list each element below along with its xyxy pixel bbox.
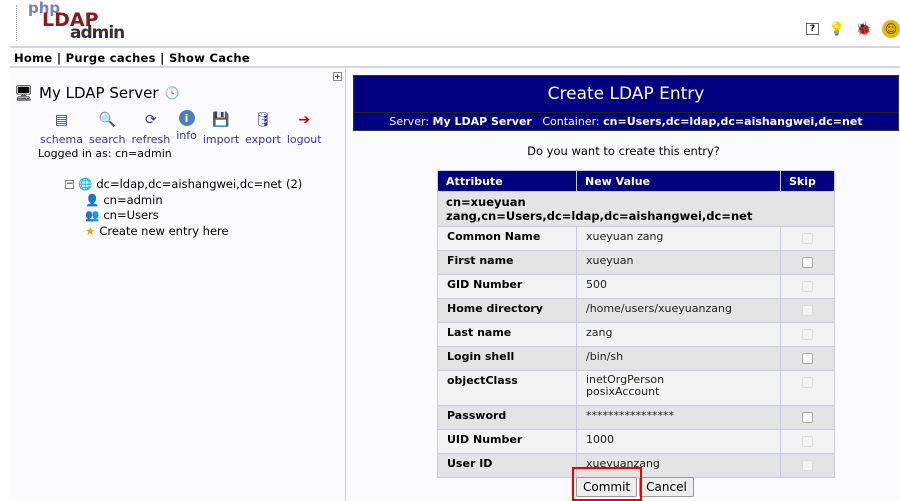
title-bar: Create LDAP Entry Server: My LDAP Server… — [353, 75, 899, 131]
attribute-name: Password — [437, 405, 577, 430]
attribute-name: User ID — [437, 453, 577, 478]
table-row: User ID xueyuanzang — [437, 453, 835, 478]
export-button[interactable]: 🛢 export — [245, 110, 281, 146]
smiley-icon[interactable]: ☺ — [882, 20, 900, 38]
subtitle: Server: My LDAP Server Container: cn=Use… — [389, 115, 863, 128]
group-icon: 👥 — [85, 208, 100, 222]
confirm-question: Do you want to create this entry? — [527, 144, 720, 158]
nav-purge-caches[interactable]: Purge caches — [66, 51, 156, 65]
attribute-value: 1000 — [576, 429, 781, 454]
skip-checkbox[interactable] — [802, 412, 813, 423]
bug-icon[interactable]: 🐞 — [855, 20, 873, 38]
table-row: First name xueyuan — [437, 250, 835, 275]
search-icon: 🔍 — [98, 112, 116, 128]
schema-button[interactable]: ▤ schema — [40, 110, 83, 146]
info-button[interactable]: i info — [176, 110, 197, 146]
skip-checkbox — [802, 460, 813, 471]
phpldapadmin-logo[interactable]: php LDAP admin — [14, 0, 125, 43]
attribute-value: /bin/sh — [576, 346, 781, 371]
refresh-icon: ⟳ — [144, 112, 157, 128]
attribute-value: zang — [576, 322, 781, 347]
table-row: Home directory/home/users/xueyuanzang — [437, 298, 835, 323]
skip-checkbox — [802, 329, 813, 340]
attribute-value: xueyuan zang — [576, 226, 781, 251]
tree-item-users[interactable]: 👥 cn=Users — [65, 208, 302, 224]
cancel-button[interactable]: Cancel — [639, 477, 694, 497]
attribute-value: inetOrgPerson posixAccount — [576, 370, 781, 406]
table-row: Login shell/bin/sh — [437, 346, 835, 371]
attribute-value: **************** — [576, 405, 781, 430]
skip-checkbox — [802, 233, 813, 244]
main-panel: Create LDAP Entry Server: My LDAP Server… — [347, 69, 900, 501]
computer-icon: 🖥 — [14, 84, 34, 102]
attribute-value: xueyuanzang — [576, 453, 781, 478]
user-icon: 👤 — [85, 192, 100, 207]
collapse-icon[interactable]: − — [65, 180, 74, 190]
divider — [10, 46, 900, 48]
table-row: UID Number 1000 — [437, 429, 835, 454]
logout-button[interactable]: ➔ logout — [287, 110, 322, 146]
attribute-value: /home/users/xueyuanzang — [576, 298, 781, 323]
table-row: GID Number 500 — [437, 274, 835, 299]
attribute-name: UID Number — [437, 429, 577, 454]
star-icon: ★ — [85, 223, 96, 238]
skip-checkbox — [802, 377, 813, 388]
divider — [10, 66, 900, 68]
clock-icon[interactable]: 🕓 — [165, 86, 180, 100]
tree-root[interactable]: − 🌐 dc=ldap,dc=aishangwei,dc=net (2) — [65, 177, 302, 193]
skip-checkbox — [802, 436, 813, 447]
import-button[interactable]: 💾 import — [203, 110, 239, 146]
skip-checkbox — [802, 305, 813, 316]
logout-icon: ➔ — [298, 112, 311, 128]
attribute-name: Common Name — [437, 226, 577, 251]
attribute-name: Last name — [437, 322, 577, 347]
table-row: Last name zang — [437, 322, 835, 347]
nav-show-cache[interactable]: Show Cache — [169, 51, 250, 65]
table-row: Common Name xueyuan zang — [437, 226, 835, 251]
lightbulb-icon[interactable]: 💡 — [828, 20, 846, 38]
export-icon: 🛢 — [254, 112, 272, 128]
attribute-value: 500 — [576, 274, 781, 299]
commit-button[interactable]: Commit — [576, 477, 638, 497]
expand-icon[interactable]: + — [333, 72, 342, 81]
logged-in-as: Logged in as: cn=admin — [38, 147, 172, 160]
attribute-name: Home directory — [437, 298, 577, 323]
import-icon: 💾 — [212, 112, 230, 128]
attribute-name: objectClass — [437, 370, 577, 406]
refresh-button[interactable]: ⟳ refresh — [132, 110, 171, 146]
skip-checkbox — [802, 281, 813, 292]
header: php LDAP admin ? 💡 🐞 ☺ — [0, 0, 900, 47]
attribute-name: Login shell — [437, 346, 577, 371]
attribute-name: First name — [437, 250, 577, 275]
skip-checkbox[interactable] — [802, 353, 813, 364]
server-title: 🖥 My LDAP Server 🕓 — [14, 84, 180, 102]
table-row: objectClass inetOrgPerson posixAccount — [437, 370, 835, 406]
server-tree-panel: + 🖥 My LDAP Server 🕓 ▤ schema 🔍 search ⟳ re… — [10, 69, 346, 501]
server-toolbar: ▤ schema 🔍 search ⟳ refresh i info 💾 import 🛢… — [40, 110, 328, 146]
page-title: Create LDAP Entry — [354, 76, 898, 113]
tree-create-entry[interactable]: ★ Create new entry here — [65, 224, 302, 240]
attribute-value: xueyuan — [576, 250, 781, 275]
info-icon: i — [178, 110, 195, 126]
tree-item-admin[interactable]: 👤 cn=admin — [65, 193, 302, 209]
search-button[interactable]: 🔍 search — [89, 110, 126, 146]
ldap-tree: − 🌐 dc=ldap,dc=aishangwei,dc=net (2) 👤 cn=a… — [65, 177, 302, 239]
schema-icon: ▤ — [54, 112, 69, 128]
entry-dn: cn=xueyuan zang,cn=Users,dc=ldap,dc=aish… — [437, 191, 835, 227]
help-icon[interactable]: ? — [806, 23, 819, 35]
skip-checkbox[interactable] — [802, 257, 813, 268]
nav-home[interactable]: Home — [14, 51, 53, 65]
globe-icon: 🌐 — [78, 177, 93, 191]
attribute-name: GID Number — [437, 274, 577, 299]
top-nav: Home | Purge caches | Show Cache — [14, 51, 250, 65]
entry-table: Attribute New Value Skip cn=xueyuan zang,c… — [437, 170, 835, 478]
table-row: Password **************** — [437, 405, 835, 430]
